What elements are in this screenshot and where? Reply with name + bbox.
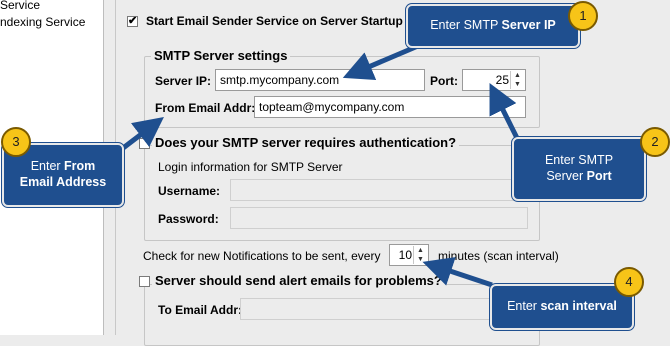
callout-badge-2: 2 xyxy=(640,127,670,157)
callout-badge-4: 4 xyxy=(614,267,644,297)
callout-from-email-emphasis1: From xyxy=(64,159,96,173)
callout-scan-interval-emphasis: scan interval xyxy=(540,299,617,313)
callout-port-line2: Server xyxy=(546,169,587,183)
callout-server-ip-text: Enter SMTP xyxy=(430,18,502,32)
callout-scan-interval: Enter scan interval xyxy=(490,284,634,330)
callout-server-ip-emphasis: Server IP xyxy=(501,18,556,32)
callout-badge-3: 3 xyxy=(1,127,31,157)
arrow-to-port xyxy=(489,83,521,142)
callout-port-line1: Enter SMTP xyxy=(544,153,614,167)
callout-port: Enter SMTP Server Port xyxy=(512,137,646,201)
callout-scan-interval-text: Enter xyxy=(507,299,541,313)
callout-badge-1: 1 xyxy=(568,1,598,31)
arrow-to-scan-interval xyxy=(422,257,493,288)
callout-server-ip: Enter SMTP Server IP xyxy=(406,4,580,48)
callout-port-emphasis: Port xyxy=(586,169,612,183)
callout-from-email-line1: Enter xyxy=(30,159,65,173)
callout-from-email-emphasis2: Email Address xyxy=(19,175,107,189)
